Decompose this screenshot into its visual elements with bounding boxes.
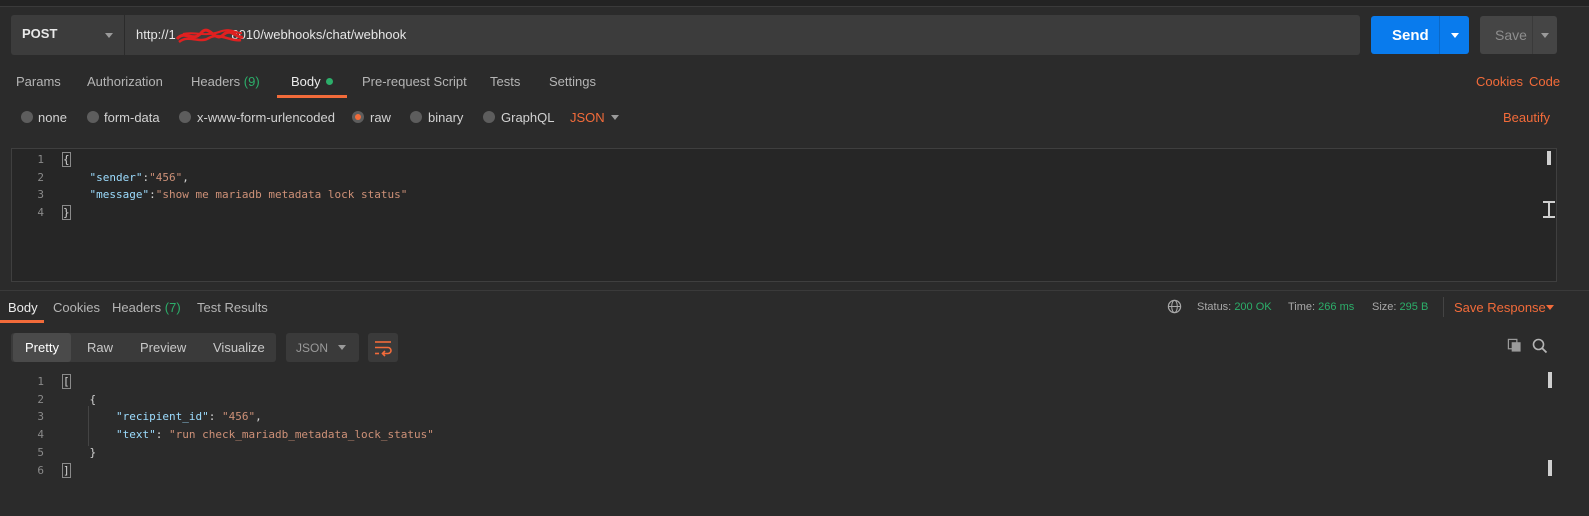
radio-binary[interactable]	[410, 111, 422, 123]
chevron-down-icon	[338, 345, 346, 350]
radio-label-raw[interactable]: raw	[370, 110, 391, 125]
window-top-strip	[0, 0, 1589, 7]
send-divider	[1439, 16, 1440, 54]
line-number: 6	[37, 464, 44, 477]
url-input[interactable]: http://1 :8010/webhooks/chat/webhook	[124, 15, 1360, 55]
radio-graphql[interactable]	[483, 111, 495, 123]
globe-icon[interactable]	[1167, 299, 1182, 314]
line-number: 5	[37, 446, 44, 459]
redaction-scribble	[175, 28, 244, 44]
code-line: {	[62, 152, 71, 167]
code-line: "text": "run check_mariadb_metadata_lock…	[115, 428, 434, 441]
line-number: 3	[37, 188, 44, 201]
code-line: {	[89, 393, 97, 406]
send-label: Send	[1392, 27, 1429, 44]
code-line: "sender":"456",	[89, 171, 189, 184]
request-body-editor[interactable]	[11, 148, 1557, 282]
response-scrollbar[interactable]	[1548, 372, 1552, 388]
method-select[interactable]: POST	[11, 15, 124, 55]
line-number: 4	[37, 206, 44, 219]
response-tab-body[interactable]: Body	[8, 300, 38, 315]
tab-headers[interactable]: Headers (9)	[191, 74, 260, 89]
code-link[interactable]: Code	[1529, 74, 1560, 89]
view-mode-preview[interactable]: Preview	[140, 333, 186, 362]
save-response-button[interactable]: Save Response	[1454, 300, 1546, 315]
save-button[interactable]: Save	[1480, 16, 1557, 54]
copy-icon[interactable]	[1507, 338, 1522, 353]
response-format-select[interactable]: JSON	[286, 333, 359, 362]
code-line: [	[62, 374, 71, 389]
meta-separator	[1443, 297, 1444, 317]
radio-label-binary[interactable]: binary	[428, 110, 463, 125]
search-icon[interactable]	[1532, 338, 1548, 354]
tab-body[interactable]: Body	[291, 74, 333, 89]
code-line: }	[62, 205, 71, 220]
line-number: 3	[37, 410, 44, 423]
view-mode-pretty[interactable]: Pretty	[13, 333, 71, 362]
chevron-down-icon[interactable]	[1541, 33, 1549, 38]
code-line: "message":"show me mariadb metadata lock…	[89, 188, 408, 201]
indent-guide	[88, 406, 89, 446]
save-label: Save	[1495, 27, 1527, 43]
line-number: 1	[37, 153, 44, 166]
line-number: 2	[37, 171, 44, 184]
tab-tests[interactable]: Tests	[490, 74, 520, 89]
code-line: }	[89, 446, 97, 459]
response-tab-cookies[interactable]: Cookies	[53, 300, 100, 315]
response-scrollbar-marker	[1548, 460, 1552, 476]
code-line: "recipient_id": "456",	[115, 410, 262, 423]
view-mode-raw[interactable]: Raw	[87, 333, 113, 362]
response-tab-test-results[interactable]: Test Results	[197, 300, 268, 315]
pane-divider[interactable]	[0, 290, 1589, 291]
line-number: 2	[37, 393, 44, 406]
view-mode-segment: Pretty Raw Preview Visualize	[11, 333, 276, 362]
radio-label-urlencoded[interactable]: x-www-form-urlencoded	[197, 110, 335, 125]
body-indicator-dot	[325, 78, 333, 85]
radio-label-form-data[interactable]: form-data	[104, 110, 160, 125]
chevron-down-icon	[105, 33, 113, 38]
chevron-down-icon[interactable]	[611, 115, 619, 120]
response-format-label: JSON	[296, 341, 329, 355]
method-label: POST	[22, 26, 58, 41]
radio-label-graphql[interactable]: GraphQL	[501, 110, 554, 125]
radio-none[interactable]	[21, 111, 33, 123]
save-divider	[1532, 16, 1533, 54]
active-tab-underline	[277, 95, 347, 98]
tab-pre-request-script[interactable]: Pre-request Script	[362, 74, 467, 89]
chevron-down-icon[interactable]	[1546, 305, 1554, 310]
beautify-link[interactable]: Beautify	[1503, 110, 1550, 125]
radio-raw[interactable]	[352, 111, 364, 123]
radio-label-none[interactable]: none	[38, 110, 67, 125]
code-line: ]	[62, 463, 71, 478]
response-active-tab-underline	[0, 320, 44, 323]
body-format-select[interactable]: JSON	[570, 110, 605, 125]
headers-count: (9)	[243, 74, 260, 89]
send-button[interactable]: Send	[1371, 16, 1469, 54]
radio-x-www-form-urlencoded[interactable]	[179, 111, 191, 123]
tab-settings[interactable]: Settings	[549, 74, 596, 89]
line-number: 4	[37, 428, 44, 441]
cookies-link[interactable]: Cookies	[1476, 74, 1523, 89]
line-number: 1	[37, 375, 44, 388]
view-mode-visualize[interactable]: Visualize	[213, 333, 265, 362]
text-cursor-icon	[1543, 201, 1555, 218]
response-tab-headers[interactable]: Headers (7)	[112, 300, 181, 315]
chevron-down-icon[interactable]	[1451, 33, 1459, 38]
tab-params[interactable]: Params	[16, 74, 61, 89]
response-status: Status: 200 OK	[1197, 301, 1272, 313]
response-time: Time: 266 ms	[1288, 301, 1355, 313]
response-headers-count: (7)	[164, 300, 181, 315]
tab-authorization[interactable]: Authorization	[87, 74, 163, 89]
wrap-lines-button[interactable]	[368, 333, 398, 362]
editor-scrollbar[interactable]	[1547, 151, 1551, 165]
response-size: Size: 295 B	[1372, 301, 1429, 313]
radio-form-data[interactable]	[87, 111, 99, 123]
wrap-lines-icon	[375, 341, 392, 357]
